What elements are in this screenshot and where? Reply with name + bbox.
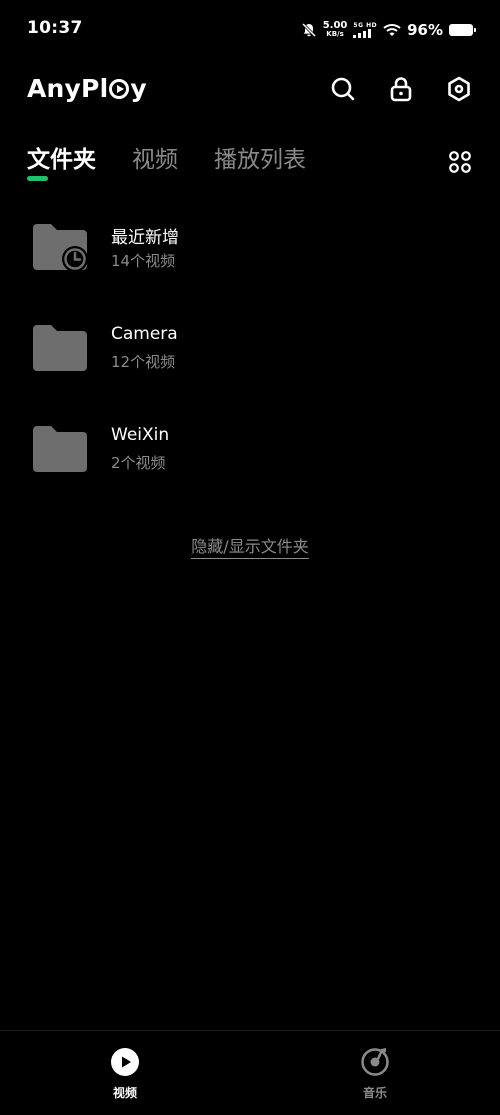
folder-name: WeiXin <box>111 425 170 445</box>
signal-label: 5G HD <box>353 22 378 29</box>
folder-list: 最近新增 14个视频 Camera 12个视频 WeiXin 2个视频 <box>0 200 500 503</box>
folder-name: 最近新增 <box>111 228 179 248</box>
lock-button[interactable] <box>387 75 415 103</box>
lock-icon <box>390 77 412 102</box>
folder-icon <box>33 426 87 472</box>
tab-playlists-label: 播放列表 <box>214 147 306 173</box>
folder-video-count: 14个视频 <box>111 252 176 270</box>
folder-video-count: 2个视频 <box>111 454 166 472</box>
bottom-nav: 视频 音乐 <box>0 1030 500 1115</box>
folder-name: Camera <box>111 324 178 344</box>
logo-text-1: AnyPl <box>27 74 109 103</box>
net-speed-unit: KB/s <box>326 30 344 38</box>
nav-video-label: 视频 <box>112 1086 137 1100</box>
tab-playlists[interactable]: 播放列表 <box>214 140 306 184</box>
signal-bars-icon <box>353 29 372 38</box>
search-icon <box>331 77 355 101</box>
status-time: 10:37 <box>27 18 83 38</box>
settings-button[interactable] <box>445 75 473 103</box>
nav-music[interactable]: 音乐 <box>315 1047 435 1101</box>
folder-icon <box>33 325 87 371</box>
status-bar: 10:37 5.00 KB/s 5G HD 96% <box>0 0 500 60</box>
battery-percent: 96% <box>407 21 443 39</box>
screen: 10:37 5.00 KB/s 5G HD 96% AnyPl y 文件夹 视频… <box>0 0 500 1115</box>
logo-text-2: y <box>130 74 147 103</box>
video-play-icon <box>111 1048 139 1076</box>
tab-videos-label: 视频 <box>132 147 178 173</box>
nav-music-label: 音乐 <box>362 1086 387 1100</box>
logo-play-icon <box>109 79 130 99</box>
nav-video[interactable]: 视频 <box>65 1047 185 1101</box>
hide-show-folders-row: 隐藏/显示文件夹 <box>0 533 500 559</box>
folder-clock-icon <box>33 224 88 272</box>
folder-item-camera[interactable]: Camera 12个视频 <box>0 301 500 402</box>
folder-item-recent[interactable]: 最近新增 14个视频 <box>0 200 500 301</box>
tab-folders-label: 文件夹 <box>27 147 96 173</box>
hide-show-folders-link[interactable]: 隐藏/显示文件夹 <box>191 537 309 559</box>
app-header: AnyPl y <box>0 66 500 114</box>
active-tab-indicator <box>27 176 48 181</box>
folder-video-count: 12个视频 <box>111 353 176 371</box>
wifi-icon <box>383 24 401 36</box>
battery-icon <box>449 24 476 36</box>
grid-view-button[interactable] <box>448 150 472 174</box>
music-disc-icon <box>361 1048 389 1076</box>
tab-bar: 文件夹 视频 播放列表 <box>27 140 306 184</box>
tab-videos[interactable]: 视频 <box>132 140 178 184</box>
search-button[interactable] <box>329 75 357 103</box>
settings-icon <box>448 76 470 102</box>
tab-folders[interactable]: 文件夹 <box>27 140 96 184</box>
cell-signal: 5G HD <box>353 22 377 38</box>
status-icons: 5.00 KB/s 5G HD 96% <box>301 19 476 41</box>
mute-bell-icon <box>301 22 316 38</box>
app-logo: AnyPl y <box>27 74 147 103</box>
network-speed: 5.00 KB/s <box>323 21 348 39</box>
net-speed-value: 5.00 <box>322 20 348 31</box>
grid-view-icon <box>449 151 471 173</box>
folder-item-weixin[interactable]: WeiXin 2个视频 <box>0 402 500 503</box>
